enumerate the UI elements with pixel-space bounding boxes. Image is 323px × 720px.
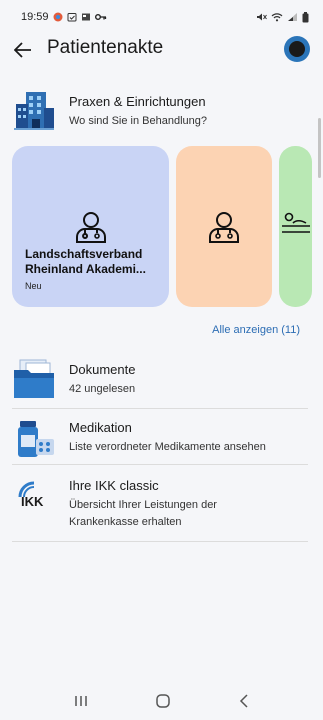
facility-card[interactable] [279, 146, 312, 307]
documents-title: Dokumente [69, 362, 136, 377]
app-bar: Patientenakte [0, 34, 323, 66]
insurance-subtitle: Übersicht Ihrer Leistungen der Krankenka… [69, 499, 217, 528]
massage-icon [282, 212, 310, 233]
building-icon [14, 92, 54, 130]
calendar-check-icon [67, 13, 77, 22]
avatar[interactable] [284, 36, 310, 62]
status-time: 19:59 [21, 11, 49, 23]
medication-title: Medikation [69, 420, 132, 435]
divider [12, 464, 308, 465]
notification-icons [53, 12, 107, 22]
system-nav-bar [0, 682, 323, 720]
list-item-insurance[interactable]: IKK Ihre IKK classic Übersicht Ihrer Lei… [12, 475, 308, 533]
medication-icon [18, 421, 54, 457]
facility-card-title-line2: Rheinland Akademi... [25, 262, 146, 276]
signal-icon [288, 13, 297, 21]
status-bar: 19:59 [0, 0, 323, 34]
news-icon [81, 13, 90, 21]
divider [12, 408, 308, 409]
documents-subtitle: 42 ungelesen [69, 383, 136, 395]
insurance-title: Ihre IKK classic [69, 478, 159, 493]
mute-icon [257, 13, 267, 21]
facilities-title: Praxen & Einrichtungen [69, 94, 206, 109]
key-icon [94, 14, 106, 20]
facilities-header: Praxen & Einrichtungen Wo sind Sie in Be… [12, 88, 312, 136]
battery-icon [302, 11, 309, 22]
divider [12, 541, 308, 542]
arrow-left-icon [14, 42, 31, 58]
system-icons [256, 11, 309, 23]
doctor-icon [76, 212, 106, 243]
recent-apps-icon[interactable] [73, 694, 89, 708]
back-button[interactable] [11, 38, 35, 62]
facility-card[interactable] [176, 146, 272, 307]
app-notification-icon [53, 12, 63, 22]
wifi-icon [271, 13, 283, 22]
list-item-documents[interactable]: Dokumente 42 ungelesen [12, 358, 308, 406]
page-title: Patientenakte [47, 37, 164, 58]
folder-documents-icon [14, 359, 54, 398]
ikk-logo-text: IKK [21, 494, 44, 509]
facility-card-title-line1: Landschaftsverband [25, 247, 143, 261]
facility-card[interactable]: Landschaftsverband Rheinland Akademi... … [12, 146, 169, 307]
scrollbar[interactable] [318, 118, 321, 178]
ikk-logo-icon: IKK [18, 481, 44, 509]
medication-subtitle: Liste verordneter Medikamente ansehen [69, 441, 266, 453]
new-badge: Neu [25, 281, 42, 291]
home-icon[interactable] [155, 693, 171, 709]
back-nav-icon[interactable] [238, 694, 250, 708]
doctor-icon [209, 212, 239, 243]
facilities-subtitle: Wo sind Sie in Behandlung? [69, 115, 208, 127]
list-item-medication[interactable]: Medikation Liste verordneter Medikamente… [12, 417, 308, 463]
show-all-link[interactable]: Alle anzeigen (11) [212, 324, 300, 336]
